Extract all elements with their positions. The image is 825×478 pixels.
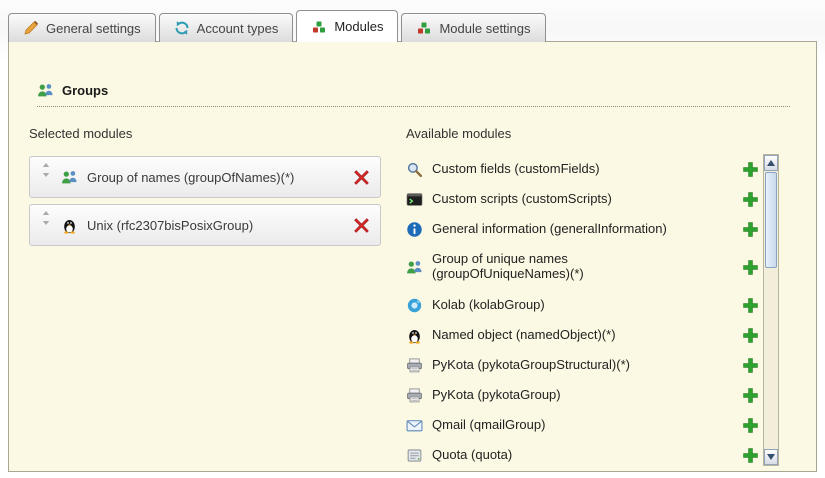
section-header-groups: Groups — [37, 82, 790, 107]
add-module-icon[interactable] — [742, 297, 759, 314]
selected-module-label: Group of names (groupOfNames)(*) — [87, 170, 344, 185]
scroll-up-button[interactable] — [764, 155, 778, 171]
available-module-row: Qmail (qmailGroup) — [406, 410, 759, 440]
available-module-label: Named object (namedObject)(*) — [432, 328, 616, 343]
available-module-row: Custom fields (customFields) — [406, 154, 759, 184]
available-module-label: Quota (quota) — [432, 448, 512, 463]
kolab-icon — [406, 297, 423, 314]
group-icon — [37, 82, 54, 99]
tab-label: Module settings — [439, 21, 530, 36]
selected-modules-list: Group of names (groupOfNames)(*) Unix (r… — [29, 156, 381, 252]
add-module-icon[interactable] — [742, 161, 759, 178]
remove-module-icon[interactable] — [353, 217, 370, 234]
selected-module-row[interactable]: Unix (rfc2307bisPosixGroup) — [29, 204, 381, 246]
tools-icon — [23, 20, 39, 36]
selected-module-label: Unix (rfc2307bisPosixGroup) — [87, 218, 344, 233]
available-module-label: Qmail (qmailGroup) — [432, 418, 545, 433]
tux-icon — [61, 217, 78, 234]
group-icon — [61, 169, 78, 186]
tab-module-settings[interactable]: Module settings — [401, 13, 545, 42]
available-module-row: Group of unique names (groupOfUniqueName… — [406, 244, 759, 290]
available-module-label: Kolab (kolabGroup) — [432, 298, 545, 313]
modules-panel: Groups Selected modules Available module… — [8, 41, 817, 472]
available-module-row: Kolab (kolabGroup) — [406, 290, 759, 320]
available-modules-list: Custom fields (customFields) Custom scri… — [406, 154, 759, 470]
triangle-down-icon — [767, 454, 775, 460]
mail-icon — [406, 417, 423, 434]
available-module-label: PyKota (pykotaGroup) — [432, 388, 561, 403]
tab-general-settings[interactable]: General settings — [8, 13, 156, 42]
remove-module-icon[interactable] — [353, 169, 370, 186]
available-module-label: Custom fields (customFields) — [432, 162, 600, 177]
add-module-icon[interactable] — [742, 327, 759, 344]
triangle-up-icon — [767, 160, 775, 166]
available-module-row: Custom scripts (customScripts) — [406, 184, 759, 214]
magnifier-icon — [406, 161, 423, 178]
group-icon — [406, 259, 423, 276]
drag-handle-icon[interactable] — [40, 211, 52, 225]
available-module-row: Named object (namedObject)(*) — [406, 320, 759, 350]
config-tabs: General settings Account types Modules M… — [8, 10, 546, 42]
add-module-icon[interactable] — [742, 191, 759, 208]
add-module-icon[interactable] — [742, 259, 759, 276]
selected-module-row[interactable]: Group of names (groupOfNames)(*) — [29, 156, 381, 198]
printer-icon — [406, 387, 423, 404]
info-icon — [406, 221, 423, 238]
available-module-label: General information (generalInformation) — [432, 222, 667, 237]
printer-icon — [406, 357, 423, 374]
available-module-row: PyKota (pykotaGroupStructural)(*) — [406, 350, 759, 380]
add-module-icon[interactable] — [742, 221, 759, 238]
scroll-down-button[interactable] — [764, 449, 778, 465]
terminal-icon — [406, 191, 423, 208]
available-module-row: PyKota (pykotaGroup) — [406, 380, 759, 410]
selected-modules-heading: Selected modules — [29, 126, 132, 141]
tab-label: Account types — [197, 21, 279, 36]
available-modules-heading: Available modules — [406, 126, 511, 141]
lam-config-page: General settings Account types Modules M… — [0, 0, 825, 478]
available-modules-scrollbar[interactable] — [763, 154, 779, 466]
tab-label: General settings — [46, 21, 141, 36]
add-module-icon[interactable] — [742, 447, 759, 464]
quota-icon — [406, 447, 423, 464]
available-module-label: PyKota (pykotaGroupStructural)(*) — [432, 358, 630, 373]
scrollbar-thumb[interactable] — [765, 172, 777, 268]
add-module-icon[interactable] — [742, 357, 759, 374]
sync-gear-icon — [174, 20, 190, 36]
modules-icon — [311, 19, 327, 35]
tux-icon — [406, 327, 423, 344]
add-module-icon[interactable] — [742, 417, 759, 434]
tab-modules[interactable]: Modules — [296, 10, 398, 42]
available-module-label: Custom scripts (customScripts) — [432, 192, 612, 207]
modules-icon — [416, 20, 432, 36]
drag-handle-icon[interactable] — [40, 163, 52, 177]
available-module-row: General information (generalInformation) — [406, 214, 759, 244]
page-title: Groups — [62, 83, 108, 98]
available-module-row: Quota (quota) — [406, 440, 759, 470]
tab-label: Modules — [334, 19, 383, 34]
tab-account-types[interactable]: Account types — [159, 13, 294, 42]
available-module-label: Group of unique names (groupOfUniqueName… — [432, 252, 607, 282]
add-module-icon[interactable] — [742, 387, 759, 404]
